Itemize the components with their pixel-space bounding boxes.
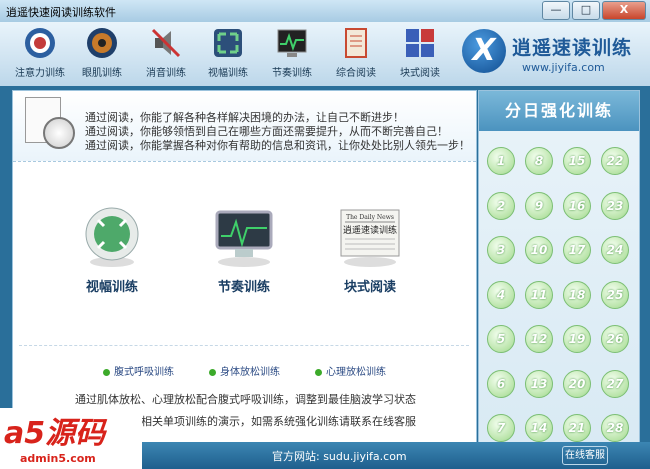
feature-name: 视幅训练 — [85, 280, 138, 295]
feature-name: 节奏训练 — [217, 280, 270, 295]
day-20-button[interactable]: 20 — [563, 369, 591, 398]
book-icon — [339, 26, 373, 60]
watermark: a5源码 admin5.com — [0, 408, 142, 469]
logo-name: 逍遥速读训练 — [512, 37, 633, 59]
tool-eye-muscle-training[interactable]: 眼肌训练 — [70, 26, 134, 84]
day-27-button[interactable]: 27 — [601, 369, 629, 398]
tool-label: 消音训练 — [146, 68, 186, 79]
relax-label: 腹式呼吸训练 — [114, 367, 174, 378]
day-25-button[interactable]: 25 — [601, 280, 629, 309]
day-17-button[interactable]: 17 — [563, 236, 591, 264]
day-8-button[interactable]: 8 — [525, 147, 553, 175]
relax-link-mind[interactable]: 心理放松训练 — [315, 363, 386, 378]
newspaper-headline: 逍遥速读训练 — [343, 224, 397, 236]
minimize-button[interactable]: — — [542, 1, 570, 20]
app-window: 逍遥快速阅读训练软件 — □ X 注意力训练 眼肌训练 消音训练 视幅训练 节奏… — [0, 0, 650, 469]
divider — [19, 345, 469, 346]
day-4-button[interactable]: 4 — [487, 280, 515, 309]
monitor-pulse-icon — [275, 26, 309, 60]
tool-mute-training[interactable]: 消音训练 — [134, 26, 198, 84]
day-9-button[interactable]: 9 — [525, 191, 553, 220]
day-26-button[interactable]: 26 — [601, 325, 629, 353]
banner-line: 通过阅读，你能了解各种各样解决困境的办法，让自己不断进步！ — [85, 111, 404, 124]
day-21-button[interactable]: 21 — [563, 414, 591, 442]
panel-title: 分日强化训练 — [479, 91, 639, 131]
day-24-button[interactable]: 24 — [601, 236, 629, 264]
relax-link-body[interactable]: 身体放松训练 — [209, 363, 280, 378]
day-11-button[interactable]: 11 — [525, 280, 553, 309]
tool-label: 注意力训练 — [15, 68, 65, 79]
daily-training-panel: 分日强化训练 1 8 15 22 2 9 16 23 3 10 17 24 4 11 18 25 5 12 19 26… — [478, 90, 640, 444]
target-icon — [23, 26, 57, 60]
brand-logo: X 逍遥速读训练 www.jiyifa.com — [458, 27, 648, 83]
newspaper-icon: The Daily News 逍遥速读训练 — [335, 206, 405, 268]
tool-field-of-view-training[interactable]: 视幅训练 — [196, 26, 260, 84]
quote-banner: 通过阅读，你能了解各种各样解决困境的办法，让自己不断进步！ 通过阅读，你能够领悟… — [13, 91, 476, 162]
close-button[interactable]: X — [602, 1, 646, 20]
monitor-pulse-icon — [209, 206, 279, 268]
expand-icon — [211, 26, 245, 60]
logo-url: www.jiyifa.com — [522, 61, 605, 74]
day-13-button[interactable]: 13 — [525, 369, 553, 398]
banner-line: 通过阅读，你能掌握各种对你有帮助的信息和资讯，让你处处比别人领先一步！ — [85, 139, 470, 152]
tool-label: 视幅训练 — [208, 68, 248, 79]
tool-comprehensive-reading[interactable]: 综合阅读 — [324, 26, 388, 84]
feature-field-of-view[interactable]: 视幅训练 — [57, 206, 167, 295]
main-panel: 通过阅读，你能了解各种各样解决困境的办法，让自己不断进步！ 通过阅读，你能够领悟… — [12, 90, 477, 444]
day-1-button[interactable]: 1 — [487, 147, 515, 175]
day-2-button[interactable]: 2 — [487, 191, 515, 220]
window-controls: — □ X — [542, 1, 646, 20]
tool-block-reading[interactable]: 块式阅读 — [388, 26, 452, 84]
day-5-button[interactable]: 5 — [487, 325, 515, 353]
expand-sphere-icon — [77, 206, 147, 268]
maximize-button[interactable]: □ — [572, 1, 600, 20]
online-service-button[interactable]: 在线客服 — [562, 446, 608, 465]
day-10-button[interactable]: 10 — [525, 236, 553, 264]
watermark-main: a5源码 — [4, 416, 106, 451]
day-19-button[interactable]: 19 — [563, 325, 591, 353]
day-22-button[interactable]: 22 — [601, 147, 629, 175]
feature-rhythm[interactable]: 节奏训练 — [189, 206, 299, 295]
tool-label: 节奏训练 — [272, 68, 312, 79]
bullet-dot — [315, 368, 322, 376]
day-grid: 1 8 15 22 2 9 16 23 3 10 17 24 4 11 18 25 5 12 19 26 6 13 20 27… — [487, 147, 633, 442]
window-title: 逍遥快速阅读训练软件 — [6, 6, 116, 19]
feature-name: 块式阅读 — [343, 280, 396, 295]
block-grid-icon — [403, 26, 437, 60]
day-16-button[interactable]: 16 — [563, 191, 591, 220]
banner-text: 通过阅读，你能了解各种各样解决困境的办法，让自己不断进步！ 通过阅读，你能够领悟… — [85, 111, 470, 153]
feature-block-reading[interactable]: The Daily News 逍遥速读训练 块式阅读 — [315, 206, 425, 295]
toolbar: 注意力训练 眼肌训练 消音训练 视幅训练 节奏训练 综合阅读 块式阅读 X 逍遥… — [0, 22, 650, 86]
speaker-mute-icon — [149, 26, 183, 60]
tool-label: 眼肌训练 — [82, 68, 122, 79]
banner-line: 通过阅读，你能够领悟到自己在哪些方面还需要提升，从而不断完善自己！ — [85, 125, 448, 138]
day-15-button[interactable]: 15 — [563, 147, 591, 175]
day-6-button[interactable]: 6 — [487, 369, 515, 398]
day-7-button[interactable]: 7 — [487, 414, 515, 442]
day-23-button[interactable]: 23 — [601, 191, 629, 220]
tool-label: 综合阅读 — [336, 68, 376, 79]
stopwatch-icon — [43, 117, 75, 149]
bullet-dot — [103, 368, 110, 376]
eye-icon — [85, 26, 119, 60]
day-18-button[interactable]: 18 — [563, 280, 591, 309]
relax-label: 心理放松训练 — [326, 367, 386, 378]
tool-rhythm-training[interactable]: 节奏训练 — [260, 26, 324, 84]
tool-attention-training[interactable]: 注意力训练 — [8, 26, 72, 84]
day-28-button[interactable]: 28 — [601, 414, 629, 442]
relax-link-breathing[interactable]: 腹式呼吸训练 — [103, 363, 174, 378]
tool-label: 块式阅读 — [400, 68, 440, 79]
bullet-dot — [209, 368, 216, 376]
day-14-button[interactable]: 14 — [525, 414, 553, 442]
title-bar[interactable]: 逍遥快速阅读训练软件 — □ X — [0, 0, 650, 23]
relax-label: 身体放松训练 — [220, 367, 280, 378]
day-3-button[interactable]: 3 — [487, 236, 515, 264]
newspaper-masthead: The Daily News — [346, 214, 394, 221]
watermark-url: admin5.com — [20, 452, 96, 465]
day-12-button[interactable]: 12 — [525, 325, 553, 353]
official-site[interactable]: 官方网站: sudu.jiyifa.com — [272, 448, 407, 464]
logo-mark: X — [462, 29, 506, 73]
